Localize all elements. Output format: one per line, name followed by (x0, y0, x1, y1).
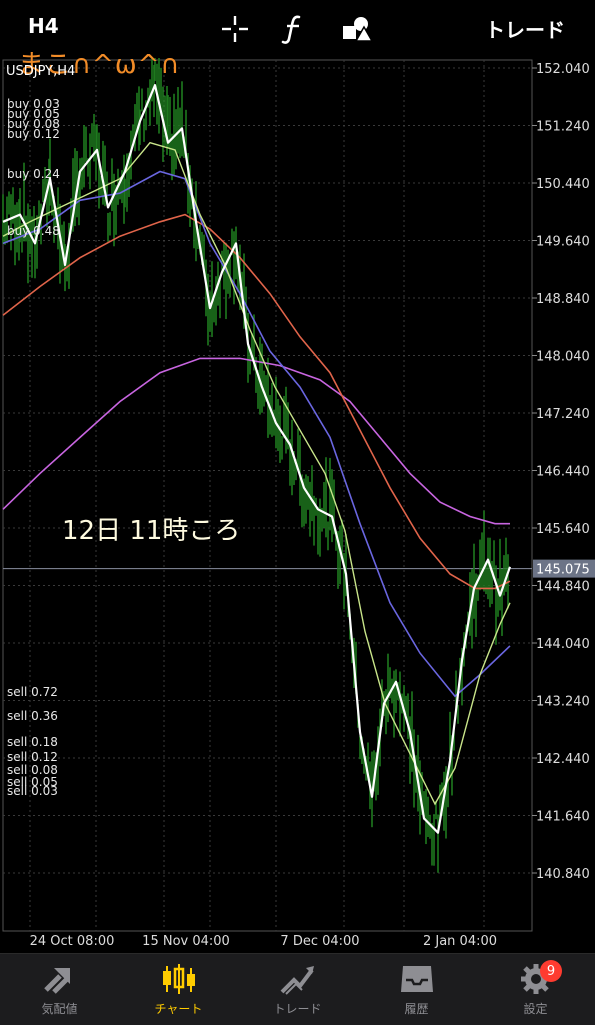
trade-button[interactable]: トレード (485, 14, 565, 43)
sell-level-label: sell 0.12 (7, 750, 58, 764)
sell-level-label: sell 0.72 (7, 685, 58, 699)
buy-level-label: buy 0.48 (7, 224, 60, 238)
time-tick-label: 7 Dec 04:00 (280, 934, 359, 949)
price-tick-label: 143.240 (536, 695, 590, 710)
history-icon (400, 966, 433, 992)
ma-fast-line (2, 141, 511, 806)
tab-chart[interactable]: チャート (119, 954, 238, 1025)
price-tick-label: 142.440 (536, 752, 590, 767)
price-tick-label: 144.840 (536, 580, 590, 595)
tab-history-label: 履歴 (404, 1002, 429, 1016)
price-tick-label: 146.440 (536, 465, 590, 480)
timeframe-button[interactable]: H4 (28, 14, 59, 38)
tab-history[interactable]: 履歴 (357, 954, 476, 1025)
quotes-icon (43, 968, 70, 994)
price-tick-label: 141.640 (536, 810, 590, 825)
time-tick-label: 15 Nov 04:00 (142, 934, 230, 949)
tab-trade-label: トレード (273, 1002, 322, 1016)
price-tick-label: 151.240 (536, 120, 590, 135)
price-tick-label: 140.840 (536, 867, 590, 882)
price-tick-label: 147.240 (536, 407, 590, 422)
sell-level-label: sell 0.18 (7, 735, 58, 749)
current-price-label: 145.075 (536, 563, 590, 578)
plot-frame (2, 59, 533, 932)
shapes-icon[interactable] (340, 12, 374, 46)
function-icon[interactable] (277, 12, 311, 46)
crosshair-icon[interactable] (218, 12, 252, 46)
buy-level-label: buy 0.24 (7, 167, 60, 181)
tab-quotes-label: 気配値 (41, 1002, 78, 1016)
time-tick-label: 2 Jan 04:00 (423, 934, 497, 949)
sell-level-label: sell 0.36 (7, 709, 58, 723)
chart-canvas[interactable]: 152.040 151.240 150.440 149.640 148.840 148.0… (0, 48, 595, 953)
tab-settings-label: 設定 (523, 1002, 548, 1016)
tab-trade[interactable]: トレード (238, 954, 357, 1025)
chart-icon (162, 964, 195, 994)
price-tick-label: 148.840 (536, 292, 590, 307)
ma-blue-line (2, 170, 511, 698)
tab-settings[interactable]: 設定 9 (476, 954, 595, 1025)
handwritten-note: 12日 11時ころ (62, 516, 241, 546)
price-tick-label: 150.440 (536, 177, 590, 192)
tab-chart-label: チャート (154, 1002, 203, 1016)
price-tick-label: 148.040 (536, 350, 590, 365)
bottom-tab-bar: 気配値 チャート トレード 履歴 設定 9 (0, 953, 595, 1025)
sell-level-label: sell 0.03 (7, 784, 58, 798)
notification-badge: 9 (540, 960, 562, 982)
price-tick-label: 145.640 (536, 522, 590, 537)
time-tick-label: 24 Oct 08:00 (30, 934, 115, 949)
price-tick-label: 152.040 (536, 62, 590, 77)
price-tick-label: 149.640 (536, 235, 590, 250)
tab-quotes[interactable]: 気配値 (0, 954, 119, 1025)
price-tick-label: 144.040 (536, 637, 590, 652)
price-chart[interactable]: 152.040 151.240 150.440 149.640 148.840 148.0… (0, 48, 595, 953)
buy-level-label: buy 0.12 (7, 127, 60, 141)
trade-icon (280, 966, 314, 995)
symbol-label: USDJPY,H4 (6, 64, 76, 79)
